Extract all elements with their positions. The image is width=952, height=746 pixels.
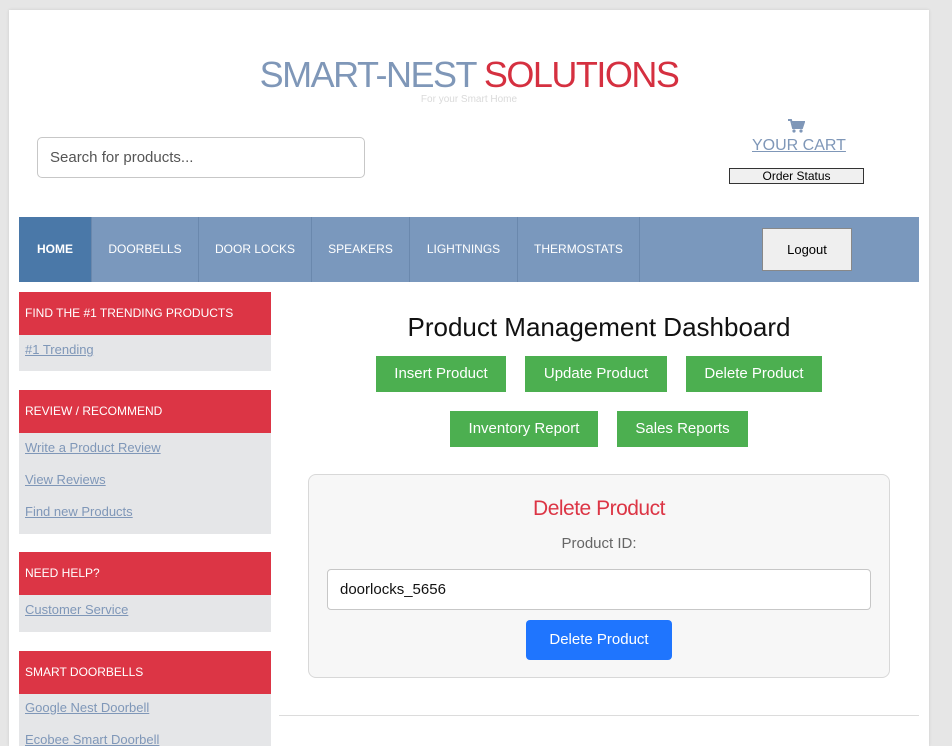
brand-tagline: For your Smart Home — [420, 94, 518, 105]
sidebar-link-write-review[interactable]: Write a Product Review — [25, 440, 161, 455]
update-product-button[interactable]: Update Product — [525, 356, 667, 392]
product-id-input[interactable] — [327, 569, 871, 610]
order-status-button[interactable]: Order Status — [729, 168, 864, 184]
sidebar-link-customer-service[interactable]: Customer Service — [25, 602, 128, 617]
sidebar-link-google-nest-doorbell[interactable]: Google Nest Doorbell — [25, 700, 149, 715]
sidebar-link-trending[interactable]: #1 Trending — [25, 342, 94, 357]
sidebar-section-help: NEED HELP? Customer Service — [19, 552, 271, 632]
nav-item-speakers[interactable]: SPEAKERS — [312, 217, 410, 282]
cart-icon[interactable] — [788, 119, 805, 133]
inventory-report-button[interactable]: Inventory Report — [450, 411, 598, 447]
brand-logo[interactable]: SMART-NEST SOLUTIONS — [9, 53, 929, 97]
insert-product-button[interactable]: Insert Product — [376, 356, 506, 392]
delete-product-tab-button[interactable]: Delete Product — [686, 356, 822, 392]
dashboard-title: Product Management Dashboard — [407, 312, 791, 342]
brand-name-part1: SMART-NEST — [259, 54, 484, 95]
sidebar-link-ecobee-doorbell[interactable]: Ecobee Smart Doorbell — [25, 732, 159, 746]
sidebar-section-title: FIND THE #1 TRENDING PRODUCTS — [19, 292, 271, 335]
nav-item-door-locks[interactable]: DOOR LOCKS — [199, 217, 312, 282]
delete-product-form: Delete Product Product ID: Delete Produc… — [308, 474, 890, 678]
page: SMART-NEST SOLUTIONS For your Smart Home… — [9, 10, 929, 746]
content-divider — [279, 715, 919, 716]
nav-item-lightnings[interactable]: LIGHTNINGS — [410, 217, 518, 282]
sidebar-section-title: NEED HELP? — [19, 552, 271, 595]
main-nav: HOME DOORBELLS DOOR LOCKS SPEAKERS LIGHT… — [19, 217, 919, 282]
nav-item-home[interactable]: HOME — [19, 217, 92, 282]
sidebar-section-trending: FIND THE #1 TRENDING PRODUCTS #1 Trendin… — [19, 292, 271, 371]
sidebar-section-title: REVIEW / RECOMMEND — [19, 390, 271, 433]
sidebar-link-view-reviews[interactable]: View Reviews — [25, 472, 106, 487]
sidebar-section-title: SMART DOORBELLS — [19, 651, 271, 694]
search-input[interactable] — [37, 137, 365, 178]
cart-link[interactable]: YOUR CART — [752, 137, 846, 155]
logout-button[interactable]: Logout — [762, 228, 852, 271]
sales-reports-button[interactable]: Sales Reports — [617, 411, 748, 447]
form-title: Delete Product — [533, 497, 665, 520]
nav-item-thermostats[interactable]: THERMOSTATS — [518, 217, 640, 282]
brand-name-part2: SOLUTIONS — [483, 54, 680, 95]
delete-product-submit-button[interactable]: Delete Product — [526, 620, 672, 660]
sidebar-section-review: REVIEW / RECOMMEND Write a Product Revie… — [19, 390, 271, 534]
nav-item-doorbells[interactable]: DOORBELLS — [92, 217, 199, 282]
sidebar-section-doorbells: SMART DOORBELLS Google Nest Doorbell Eco… — [19, 651, 271, 746]
product-id-label: Product ID: — [561, 535, 637, 552]
sidebar-link-find-new-products[interactable]: Find new Products — [25, 504, 133, 519]
